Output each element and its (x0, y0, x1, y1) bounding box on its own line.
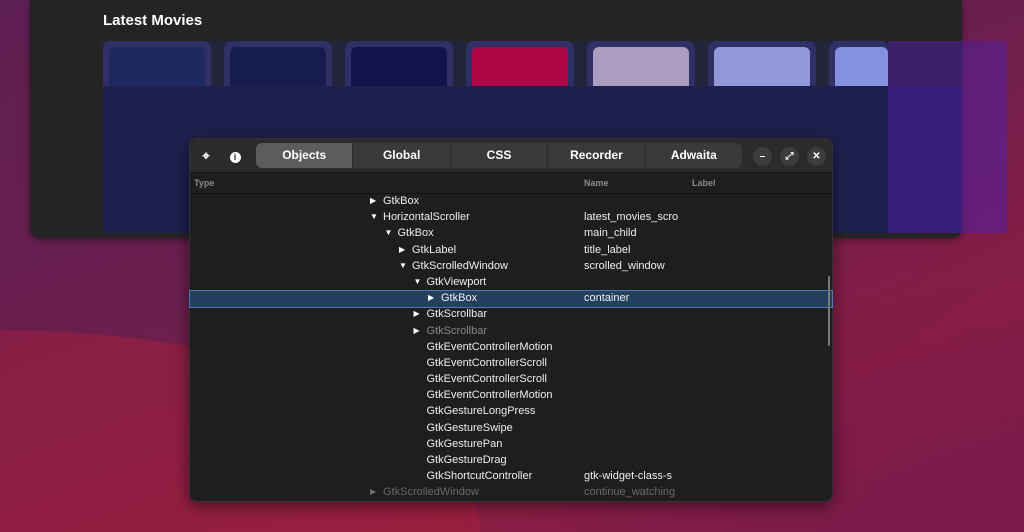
row-type: GtkEventControllerMotion (426, 340, 553, 353)
row-type: GtkScrollbar (426, 324, 488, 337)
row-type: GtkEventControllerMotion (426, 389, 553, 402)
row-type: GtkScrollbar (426, 308, 488, 321)
tree-row[interactable]: ▶ GtkScrollbar (190, 307, 832, 323)
row-type: GtkGestureDrag (426, 454, 507, 466)
row-type: GtkLabel (412, 243, 457, 256)
row-type: GtkEventControllerScroll (426, 373, 547, 386)
tree-row[interactable]: GtkGestureSwipe (190, 421, 832, 437)
tree-row[interactable]: ▶ GtkScrollbar (190, 324, 832, 340)
tree-row[interactable]: ▶ GtkBox (190, 194, 832, 210)
expander-collapsed-icon[interactable]: ▶ (414, 309, 420, 318)
row-type: GtkScrolledWindow (383, 486, 479, 499)
column-label[interactable]: Label (692, 178, 716, 188)
tab-css[interactable]: CSS (451, 143, 549, 168)
row-name: container (584, 292, 630, 305)
tab-objects[interactable]: Objects (256, 143, 354, 168)
widget-highlight-overlay (888, 41, 1007, 233)
scrollbar[interactable] (828, 276, 830, 346)
tree-row[interactable]: GtkShortcutController gtk-widget-class-s (190, 469, 832, 485)
row-name: title_label (584, 243, 631, 256)
column-name[interactable]: Name (584, 178, 609, 188)
maximize-button[interactable]: ⤢ (780, 147, 799, 166)
tree-row[interactable]: GtkGestureLongPress (190, 404, 832, 420)
inspector-window: ⌖ i Objects Global CSS Recorder Adwaita – ⤢ … (189, 138, 833, 502)
row-type: GtkScrolledWindow (412, 259, 508, 272)
tree-row[interactable]: ▼ GtkScrolledWindow scrolled_window (190, 259, 832, 275)
tree-row[interactable]: GtkEventControllerMotion (190, 340, 832, 356)
info-icon[interactable]: i (226, 147, 244, 165)
tree-row[interactable]: ▼ GtkViewport (190, 275, 832, 291)
tree-row[interactable]: ▼ GtkBox main_child (190, 226, 832, 242)
minimize-button[interactable]: – (753, 147, 772, 166)
section-title: Latest Movies (103, 12, 203, 29)
inspector-headerbar: ⌖ i Objects Global CSS Recorder Adwaita – ⤢ … (190, 139, 832, 173)
row-name: continue_watching (584, 486, 676, 499)
row-type: GtkGestureLongPress (426, 405, 536, 418)
tree-row[interactable]: GtkEventControllerScroll (190, 372, 832, 388)
expander-collapsed-icon[interactable]: ▶ (370, 196, 376, 205)
tree-row[interactable]: GtkEventControllerMotion (190, 388, 832, 404)
row-name: gtk-widget-class-s (584, 470, 673, 483)
row-type: GtkEventControllerScroll (426, 356, 547, 369)
tree-row[interactable]: GtkGestureDrag (190, 453, 832, 469)
column-type[interactable]: Type (194, 178, 214, 188)
row-type: GtkViewport (426, 275, 487, 288)
row-type: GtkBox (441, 292, 478, 305)
expander-expanded-icon[interactable]: ▼ (385, 228, 393, 237)
tab-recorder[interactable]: Recorder (548, 143, 646, 168)
expander-collapsed-icon[interactable]: ▶ (428, 293, 434, 302)
row-type: GtkBox (383, 195, 420, 207)
row-type: GtkShortcutController (426, 470, 533, 483)
tree-row[interactable]: ▼ HorizontalScroller latest_movies_scro (190, 210, 832, 226)
tree-row[interactable]: ▶ GtkScrolledWindow continue_watching (190, 485, 832, 501)
tab-global[interactable]: Global (353, 143, 451, 168)
row-type: HorizontalScroller (383, 211, 470, 224)
expander-expanded-icon[interactable]: ▼ (399, 261, 407, 270)
expander-collapsed-icon[interactable]: ▶ (414, 326, 420, 335)
tree-row[interactable]: GtkEventControllerScroll (190, 356, 832, 372)
row-name: scrolled_window (584, 259, 665, 272)
crosshair-icon[interactable]: ⌖ (197, 147, 215, 165)
tree-row[interactable]: GtkGesturePan (190, 437, 832, 453)
tab-bar: Objects Global CSS Recorder Adwaita (256, 143, 742, 168)
close-button[interactable]: ✕ (807, 147, 826, 166)
object-tree: ▶ GtkBox ▼ HorizontalScroller latest_movies_… (189, 194, 833, 502)
tree-row[interactable]: ▶ GtkLabel title_label (190, 243, 832, 259)
expander-expanded-icon[interactable]: ▼ (414, 277, 422, 286)
row-name: latest_movies_scro (584, 211, 679, 224)
tree-row[interactable]: ▶ GtkBox container (189, 290, 833, 309)
row-type: GtkBox (397, 227, 434, 240)
tab-adwaita[interactable]: Adwaita (646, 143, 742, 168)
row-type: GtkGestureSwipe (426, 421, 513, 434)
expander-expanded-icon[interactable]: ▼ (370, 212, 378, 221)
column-header: Type Name Label (190, 173, 832, 194)
row-name: main_child (584, 227, 637, 240)
widget-highlight-overlay (103, 41, 888, 86)
expander-collapsed-icon[interactable]: ▶ (399, 245, 405, 254)
expander-collapsed-icon[interactable]: ▶ (370, 487, 376, 496)
row-type: GtkGesturePan (426, 437, 503, 450)
